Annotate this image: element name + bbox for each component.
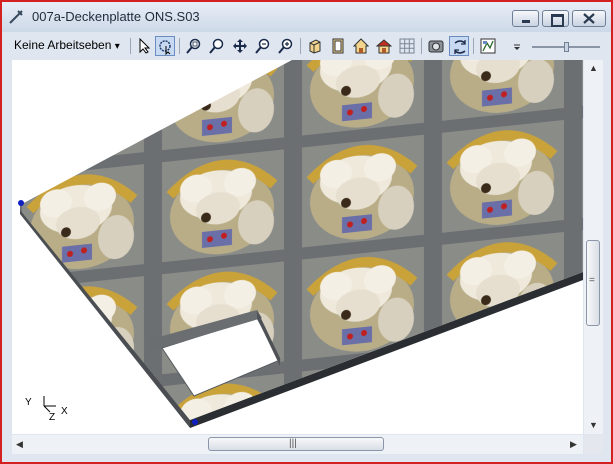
size-grip[interactable] [584, 435, 603, 454]
chevron-down-icon: ▾ [114, 41, 120, 52]
zoom-window-button[interactable] [184, 36, 204, 56]
scroll-up-icon[interactable]: ▲ [589, 63, 598, 73]
pan-icon [233, 39, 247, 53]
zoom-window-icon [186, 38, 201, 54]
zoom-previous-icon [278, 38, 293, 54]
view-house-icon [376, 39, 392, 54]
grip-icon: ||| [289, 438, 297, 449]
zoom-all-button[interactable] [253, 36, 273, 56]
view-3d-button[interactable] [305, 36, 325, 56]
zoom-button[interactable] [207, 36, 227, 56]
title-bar[interactable]: 007a-Deckenplatte ONS.S03 [2, 2, 611, 32]
maximize-button[interactable] [542, 10, 569, 27]
model-view[interactable] [12, 60, 583, 434]
vertical-scrollbar[interactable]: ▲ = ▼ [584, 60, 603, 434]
window-title: 007a-Deckenplatte ONS.S03 [32, 9, 200, 24]
close-icon [583, 13, 595, 24]
view-home-button[interactable] [351, 36, 371, 56]
axis-indicator [43, 396, 56, 413]
zoom-previous-button[interactable] [276, 36, 296, 56]
zoom-all-icon [255, 38, 270, 54]
settings-icon [480, 38, 496, 54]
settings-button[interactable] [478, 36, 498, 56]
rotate-icon [454, 40, 466, 54]
app-window: 007a-Deckenplatte ONS.S03 Keine Arbeitse… [0, 0, 613, 464]
toolbar: Keine Arbeitseben ▾ [2, 32, 611, 60]
workplane-dropdown[interactable]: Keine Arbeitseben ▾ [14, 38, 120, 52]
toolbar-separator [300, 38, 301, 54]
zoom-icon [209, 38, 224, 54]
axis-y-label: Y [25, 397, 32, 408]
select-window-button[interactable] [155, 36, 175, 56]
select-button[interactable] [134, 36, 154, 56]
view-front-icon [332, 38, 344, 54]
zoom-slider[interactable] [532, 42, 600, 52]
select-window-icon [159, 40, 171, 55]
axis-z-label: Z [49, 412, 56, 423]
zoom-slider-thumb[interactable] [564, 42, 569, 52]
view-3d-icon [309, 39, 321, 54]
slab-corner-marker [192, 419, 198, 425]
3d-viewport[interactable]: Y Z X [12, 60, 583, 434]
scroll-left-icon[interactable]: ◀ [16, 439, 23, 450]
toolbar-overflow-button[interactable] [512, 42, 526, 56]
scroll-down-icon[interactable]: ▼ [589, 420, 598, 430]
grid-button[interactable] [397, 36, 417, 56]
chevron-down-icon [514, 44, 520, 50]
view-house-button[interactable] [374, 36, 394, 56]
horizontal-scroll-thumb[interactable]: ||| [208, 437, 384, 451]
grip-icon: = [589, 275, 595, 286]
pan-button[interactable] [230, 36, 250, 56]
minimize-icon [522, 20, 530, 23]
workplane-dropdown-label: Keine Arbeitseben [14, 38, 112, 52]
render-icon [428, 40, 444, 53]
toolbar-separator [130, 38, 131, 54]
maximize-icon [551, 14, 564, 27]
toolbar-separator [179, 38, 180, 54]
slab-corner-marker [18, 200, 24, 206]
grid-icon [399, 38, 415, 54]
close-button[interactable] [572, 10, 606, 27]
select-arrow-icon [139, 38, 151, 54]
view-front-button[interactable] [328, 36, 348, 56]
axis-x-label: X [61, 406, 68, 417]
horizontal-scrollbar[interactable]: ◀ ||| ▶ [12, 435, 583, 454]
vertical-scroll-thumb[interactable]: = [586, 240, 600, 326]
app-icon [9, 10, 23, 24]
scroll-right-icon[interactable]: ▶ [570, 439, 577, 450]
slab-top-surface [20, 60, 583, 420]
rotate-button[interactable] [449, 36, 469, 56]
render-button[interactable] [426, 36, 446, 56]
view-home-icon [353, 38, 369, 54]
minimize-button[interactable] [512, 10, 539, 27]
toolbar-separator [473, 38, 474, 54]
toolbar-separator [421, 38, 422, 54]
